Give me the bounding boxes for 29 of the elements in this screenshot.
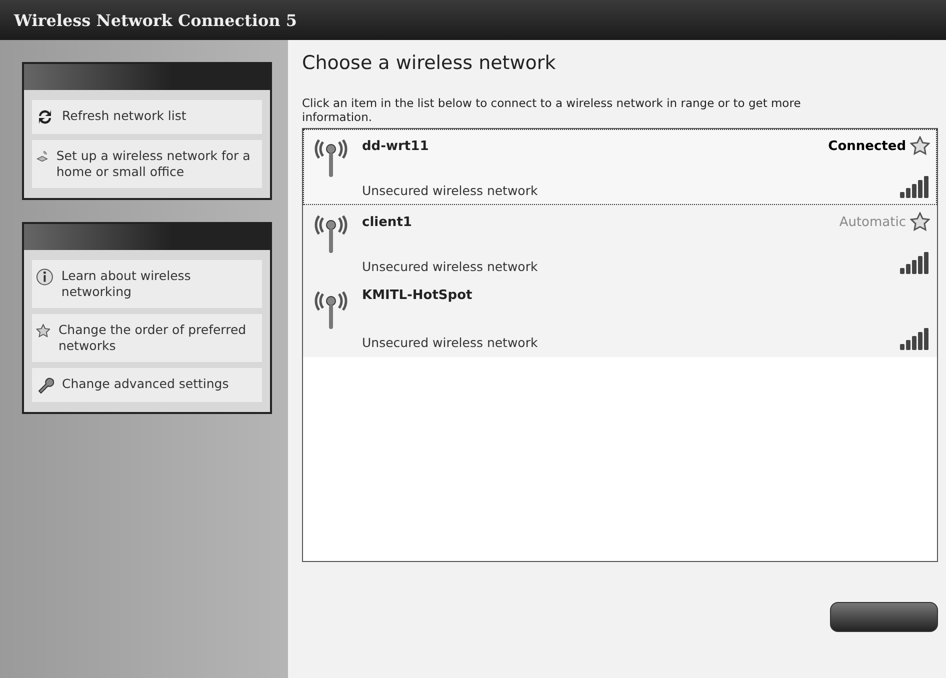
network-item[interactable]: client1 Automatic Unsecured wireless network [303,205,937,281]
security-label: Unsecured wireless network [362,335,538,350]
network-item[interactable]: KMITL-HotSpot Unsecured wireless network [303,281,937,357]
window-title: Wireless Network Connection 5 [14,10,298,30]
star-icon [910,136,930,156]
signal-strength-icon [900,326,930,350]
star-icon [36,322,50,340]
task-link[interactable]: Learn about wireless networking [32,260,262,308]
network-name: client1 [362,214,412,230]
network-name: KMITL-HotSpot [362,288,472,303]
task-link[interactable]: Refresh network list [32,100,262,134]
signal-strength-icon [900,250,930,274]
info-icon [36,268,54,286]
star-icon [910,212,930,232]
refresh-icon [36,108,54,126]
security-label: Unsecured wireless network [362,183,538,198]
instructions: Click an item in the list below to connect to a wireless network in range or to get more information. [302,96,802,124]
task-link[interactable]: Change advanced settings [32,368,262,402]
network-name: dd-wrt11 [362,138,429,154]
action-button[interactable] [830,602,938,632]
connection-status: Connected [828,138,906,154]
signal-strength-icon [900,174,930,198]
network-item[interactable]: dd-wrt11 Connected Unsecured wireless network [303,129,937,205]
connection-status: Automatic [839,214,906,230]
task-link[interactable]: Set up a wireless network for a home or small office [32,140,262,188]
wrench-icon [36,376,54,394]
security-label: Unsecured wireless network [362,259,538,274]
task-link[interactable]: Change the order of preferred networks [32,314,262,362]
heading: Choose a wireless network [302,52,557,74]
